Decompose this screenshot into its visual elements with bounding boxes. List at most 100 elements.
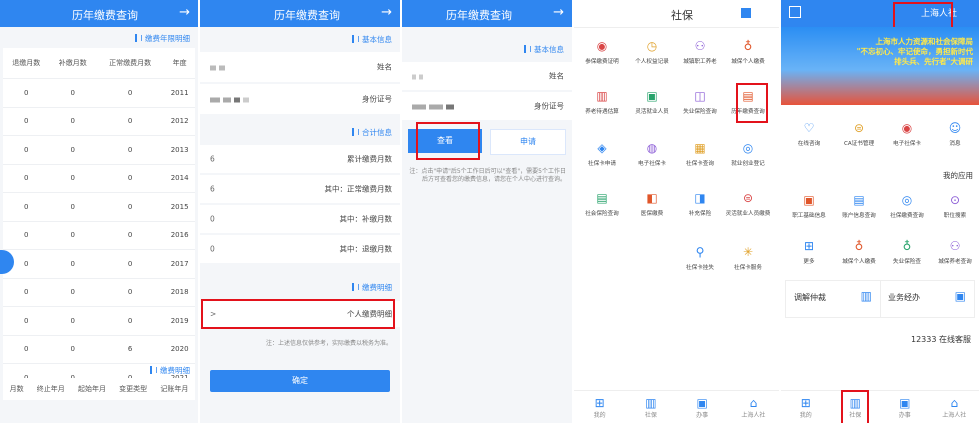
home-icon: ⌂ <box>749 395 758 410</box>
payment-summary-panel: 历年缴费查询 → I 基本信息 姓名 身份证号 I 合计信息 6 累计缴费月数 … <box>200 0 400 423</box>
app-icon[interactable]: ♁ 失业保险查 <box>883 236 931 266</box>
quick-icon-consult[interactable]: ♡ 在线咨询 <box>785 118 833 148</box>
app-icon[interactable]: ▤ 账户信息查询 <box>835 190 883 220</box>
app-icon[interactable]: ⊙ 职位搜索 <box>931 190 979 220</box>
section-title: I 缴费年限明细 <box>135 33 190 44</box>
tab-mine[interactable]: ⊞ 我的 <box>786 396 826 419</box>
confirm-button[interactable]: 确定 <box>210 370 390 392</box>
payment-years-table: 退缴月数 补缴月数 正常缴费月数 年度 0 0 0 2011 0 0 0 2012 0002… <box>3 48 195 393</box>
app-icon[interactable]: ♁ 城保个人缴费 <box>835 236 883 266</box>
table-row: 0 0 0 2018 <box>3 278 195 307</box>
basic-info-title: I 基本信息 <box>524 44 564 55</box>
service-icon[interactable]: ⊜ 灵活就业人员缴费 <box>724 188 772 218</box>
table-row: 0 0 0 2016 <box>3 221 195 250</box>
tab-service[interactable]: ▣ 办事 <box>682 396 722 419</box>
calendar-icon: ▣ <box>899 395 911 410</box>
total-info-title: I 合计信息 <box>352 127 392 138</box>
apply-button[interactable]: 申请 <box>490 129 566 155</box>
detail-column-tabs: 月数 终止年月 起始年月 变更类型 记账年月 <box>3 378 195 400</box>
query-apply-panel: 历年缴费查询 → I 基本信息 姓名 身份证号 查看 申请 注：点击"申请"后5… <box>402 0 572 423</box>
quick-icon-ca[interactable]: ⊜ CA证书管理 <box>835 118 883 148</box>
page-title: 历年缴费查询 <box>274 9 340 22</box>
tab-home[interactable]: ⌂ 上海人社 <box>733 396 773 419</box>
service-icon[interactable]: ▤ 社会保险查询 <box>578 188 626 218</box>
chart-icon: ▥ <box>645 395 657 410</box>
card-business[interactable]: 业务经办 ▣ <box>879 280 975 318</box>
name-label: 姓名 <box>377 62 392 72</box>
tab-home[interactable]: ⌂ 上海人社 <box>934 396 974 419</box>
quick-icon-card[interactable]: ◉ 电子社保卡 <box>883 118 931 148</box>
service-icon[interactable]: ◷ 个人权益记录 <box>628 36 676 66</box>
bottom-tab-bar: ⊞ 我的 ▥ 社保 ▣ 办事 ⌂ 上海人社 <box>574 390 779 423</box>
basic-info-title: I 基本信息 <box>352 34 392 45</box>
page-title: 历年缴费查询 <box>72 9 138 22</box>
service-icon[interactable]: ♁ 城保个人缴费 <box>724 36 772 66</box>
bottom-tab-bar: ⊞ 我的 ▥ 社保 ▣ 办事 ⌂ 上海人社 <box>781 390 979 423</box>
hotline-text[interactable]: 12333 在线客服 <box>911 334 971 345</box>
service-icon[interactable]: ▦ 社保卡查询 <box>676 138 724 168</box>
total-row: 0 其中：退缴月数 <box>200 235 400 263</box>
home-panel: 上海人社 上海市人力资源和社会保障局 "不忘初心、牢记使命，勇担新时代 排头兵、… <box>781 0 979 423</box>
service-icon[interactable]: ◨ 补充保险 <box>676 188 724 218</box>
id-row: 身份证号 <box>200 84 400 114</box>
app-icon-more[interactable]: ⊞ 更多 <box>785 236 833 266</box>
app-icon[interactable]: ⚇ 城保养老查询 <box>931 236 979 266</box>
back-arrow-icon[interactable]: → <box>381 5 392 20</box>
service-icon[interactable]: ◎ 就业创业登记 <box>724 138 772 168</box>
col-label: 变更类型 <box>119 385 148 393</box>
col-label: 记账年月 <box>160 385 189 393</box>
table-row: 0 0 0 2014 <box>3 164 195 193</box>
col-label: 终止年月 <box>36 385 65 393</box>
disclaimer-note: 注：上述信息仅供参考，实际缴费以税务为准。 <box>265 340 392 347</box>
tab-service[interactable]: ▣ 办事 <box>885 396 925 419</box>
masked-name <box>210 63 228 72</box>
service-icon[interactable]: ⚇ 城镇职工养老 <box>676 36 724 66</box>
id-label: 身份证号 <box>534 101 564 111</box>
service-icon[interactable]: ▥ 养老待遇估算 <box>578 86 626 116</box>
total-row: 0 其中：补缴月数 <box>200 205 400 233</box>
table-row: 0 0 0 2011 <box>3 78 195 108</box>
table-row: 0 0 0 2012 <box>3 107 195 136</box>
back-arrow-icon[interactable]: → <box>553 5 564 20</box>
back-arrow-icon[interactable]: → <box>179 5 190 20</box>
nav-bar: 历年缴费查询 → <box>0 0 198 27</box>
my-apps-title: 我的应用 <box>943 171 973 180</box>
service-icon[interactable]: ✳ 社保卡服务 <box>724 242 772 272</box>
total-row: 6 累计缴费月数 <box>200 145 400 173</box>
masked-id <box>210 95 252 104</box>
service-icon[interactable]: ◧ 医保缴费 <box>628 188 676 218</box>
nav-bar: 历年缴费查询 → <box>200 0 400 27</box>
table-row: 0 0 0 2017 <box>3 249 195 279</box>
highlight-box <box>201 299 395 329</box>
service-icon[interactable]: ◍ 电子社保卡 <box>628 138 676 168</box>
nav-bar: 历年缴费查询 → <box>402 0 572 27</box>
calendar-icon: ▣ <box>696 395 708 410</box>
grid-icon: ⊞ <box>594 395 605 410</box>
service-icon[interactable]: ▣ 灵活就业人员 <box>628 86 676 116</box>
scan-icon[interactable] <box>789 6 801 18</box>
tab-social[interactable]: ▥ 社保 <box>631 396 671 419</box>
table-header: 退缴月数 补缴月数 正常缴费月数 年度 <box>3 48 195 79</box>
social-security-menu-panel: 社保 ♁ 城保个人缴费 ⚇ 城镇职工养老 ◷ 个人权益记录 ◉ 参保缴费证明 ▤ 历年缴费… <box>574 0 779 423</box>
service-icon[interactable]: ⚲ 社保卡挂失 <box>676 242 724 272</box>
total-row: 6 其中：正常缴费月数 <box>200 175 400 203</box>
app-icon[interactable]: ◎ 社保缴费查询 <box>883 190 931 220</box>
card-arbitration[interactable]: 调解仲裁 ▥ <box>785 280 881 318</box>
masked-id <box>412 102 457 111</box>
id-row: 身份证号 <box>402 92 572 120</box>
service-icon[interactable]: ◈ 社保卡申请 <box>578 138 626 168</box>
col-label: 月数 <box>9 385 24 393</box>
name-row: 姓名 <box>200 52 400 82</box>
menu-icon[interactable] <box>741 8 751 18</box>
name-label: 姓名 <box>549 71 564 81</box>
app-icon[interactable]: ▣ 职工基础信息 <box>785 190 833 220</box>
detail-title: I 缴费明细 <box>352 282 392 293</box>
service-icon[interactable]: ◉ 参保缴费证明 <box>578 36 626 66</box>
quick-icon-messages[interactable]: ☺ 消息 <box>931 118 979 148</box>
tab-mine[interactable]: ⊞ 我的 <box>580 396 620 419</box>
section-title-2: I 缴费明细 <box>150 365 190 376</box>
table-row: 0 0 0 2013 <box>3 135 195 165</box>
service-icon[interactable]: ◫ 失业保险查询 <box>676 86 724 116</box>
promo-banner[interactable]: 上海市人力资源和社会保障局 "不忘初心、牢记使命，勇担新时代 排头兵、先行者"大… <box>781 27 979 105</box>
banner-text: 上海市人力资源和社会保障局 "不忘初心、牢记使命，勇担新时代 排头兵、先行者"大… <box>856 37 973 66</box>
